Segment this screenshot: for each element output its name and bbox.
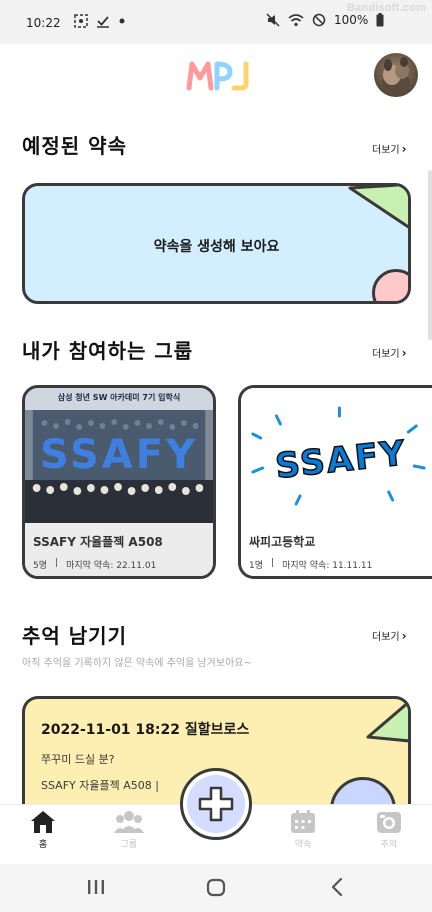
more-link-label: 더보기 xyxy=(372,632,400,643)
nav-promise[interactable]: 약속 xyxy=(278,809,328,850)
battery-percent: 100% xyxy=(334,13,369,27)
more-link-groups[interactable]: 더보기 › xyxy=(372,345,407,361)
nav-label: 추억 xyxy=(380,840,398,850)
more-link-memories[interactable]: 더보기 › xyxy=(372,628,407,644)
avatar[interactable] xyxy=(374,53,418,97)
memory-group: SSAFY 자율플젝 A508 | xyxy=(41,779,159,792)
dot-icon xyxy=(119,18,125,24)
meta-divider: | xyxy=(271,558,275,568)
do-not-disturb-icon xyxy=(312,13,326,27)
group-name: SSAFY 자율플젝 A508 xyxy=(33,535,163,549)
group-member-count: 1명 xyxy=(249,561,264,571)
avatar-photo xyxy=(382,57,410,95)
status-right-icons: 100% xyxy=(266,13,384,27)
memories-subtitle: 아직 추억을 기록하지 않은 약속에 추억을 남겨보아요~ xyxy=(22,658,252,669)
more-link-label: 더보기 xyxy=(372,145,400,156)
group-meta: 1명 | 마지막 약속: 11.11.11 xyxy=(249,558,424,571)
back-icon[interactable] xyxy=(328,876,348,898)
status-left-icons xyxy=(74,14,126,28)
memory-headline: 2022-11-01 18:22 질할브로스 xyxy=(41,722,250,738)
nav-label: 그룹 xyxy=(120,840,138,850)
app-header xyxy=(0,44,432,112)
nav-label: 홈 xyxy=(38,840,48,850)
group-card[interactable]: SSAFY 싸피고등학교 1명 | 마지막 약속: 11.11.11 xyxy=(238,385,432,579)
camera-icon xyxy=(377,812,401,833)
nav-memory[interactable]: 추억 xyxy=(364,809,414,850)
section-title-upcoming: 예정된 약속 xyxy=(22,134,127,158)
screenshot-icon xyxy=(74,14,88,28)
decorative-triangle xyxy=(348,186,408,229)
more-link-upcoming[interactable]: 더보기 › xyxy=(372,141,407,157)
nav-group[interactable]: 그룹 xyxy=(104,809,154,850)
recent-apps-icon[interactable] xyxy=(86,876,106,898)
group-photo-text: SSAFY xyxy=(39,432,199,478)
decorative-triangle xyxy=(366,700,408,743)
wifi-icon xyxy=(288,14,304,27)
home-icon xyxy=(31,811,55,833)
create-button[interactable] xyxy=(180,768,252,840)
calendar-icon xyxy=(291,810,315,833)
chevron-right-icon: › xyxy=(401,141,407,156)
home-button-icon[interactable] xyxy=(206,876,226,898)
section-title-memories: 추억 남기기 xyxy=(22,624,127,648)
group-card[interactable]: 삼성 청년 SW 아카데미 7기 입학식 SSAFY SSAFY 자율플젝 A5… xyxy=(22,385,216,579)
status-bar: 10:22 100% Bandisoft.com xyxy=(0,0,432,44)
group-icon xyxy=(114,811,144,833)
scrollbar[interactable] xyxy=(428,170,432,340)
nav-home[interactable]: 홈 xyxy=(18,809,68,850)
section-title-groups: 내가 참여하는 그룹 xyxy=(22,339,194,363)
group-member-count: 5명 xyxy=(33,561,48,571)
create-promise-text: 약속을 생성해 보아요 xyxy=(153,239,280,255)
app-logo[interactable] xyxy=(186,58,250,92)
group-info: 싸피고등학교 1명 | 마지막 약속: 11.11.11 xyxy=(241,523,432,576)
status-time: 10:22 xyxy=(26,16,61,30)
watermark: Bandisoft.com xyxy=(347,2,426,14)
more-link-label: 더보기 xyxy=(372,349,400,360)
group-meta: 5명 | 마지막 약속: 22.11.01 xyxy=(33,558,205,571)
group-name: 싸피고등학교 xyxy=(249,535,316,549)
group-photo-banner: 삼성 청년 SW 아카데미 7기 입학식 xyxy=(57,393,181,402)
chevron-right-icon: › xyxy=(401,345,407,360)
nav-label: 약속 xyxy=(294,840,312,850)
mute-icon xyxy=(266,13,280,27)
group-info: SSAFY 자율플젝 A508 5명 | 마지막 약속: 22.11.01 xyxy=(25,523,213,576)
create-promise-card[interactable]: 약속을 생성해 보아요 xyxy=(22,183,411,304)
check-icon xyxy=(97,16,109,28)
plus-icon xyxy=(198,786,234,822)
meta-divider: | xyxy=(55,558,59,568)
battery-icon xyxy=(376,13,384,27)
fab-background xyxy=(187,775,245,833)
memory-question: 쭈꾸미 드실 분? xyxy=(41,753,115,766)
group-last-promise: 마지막 약속: 11.11.11 xyxy=(282,561,373,571)
chevron-right-icon: › xyxy=(401,628,407,643)
system-nav-bar xyxy=(0,864,432,912)
decorative-circle xyxy=(372,269,408,301)
group-last-promise: 마지막 약속: 22.11.01 xyxy=(66,561,157,571)
